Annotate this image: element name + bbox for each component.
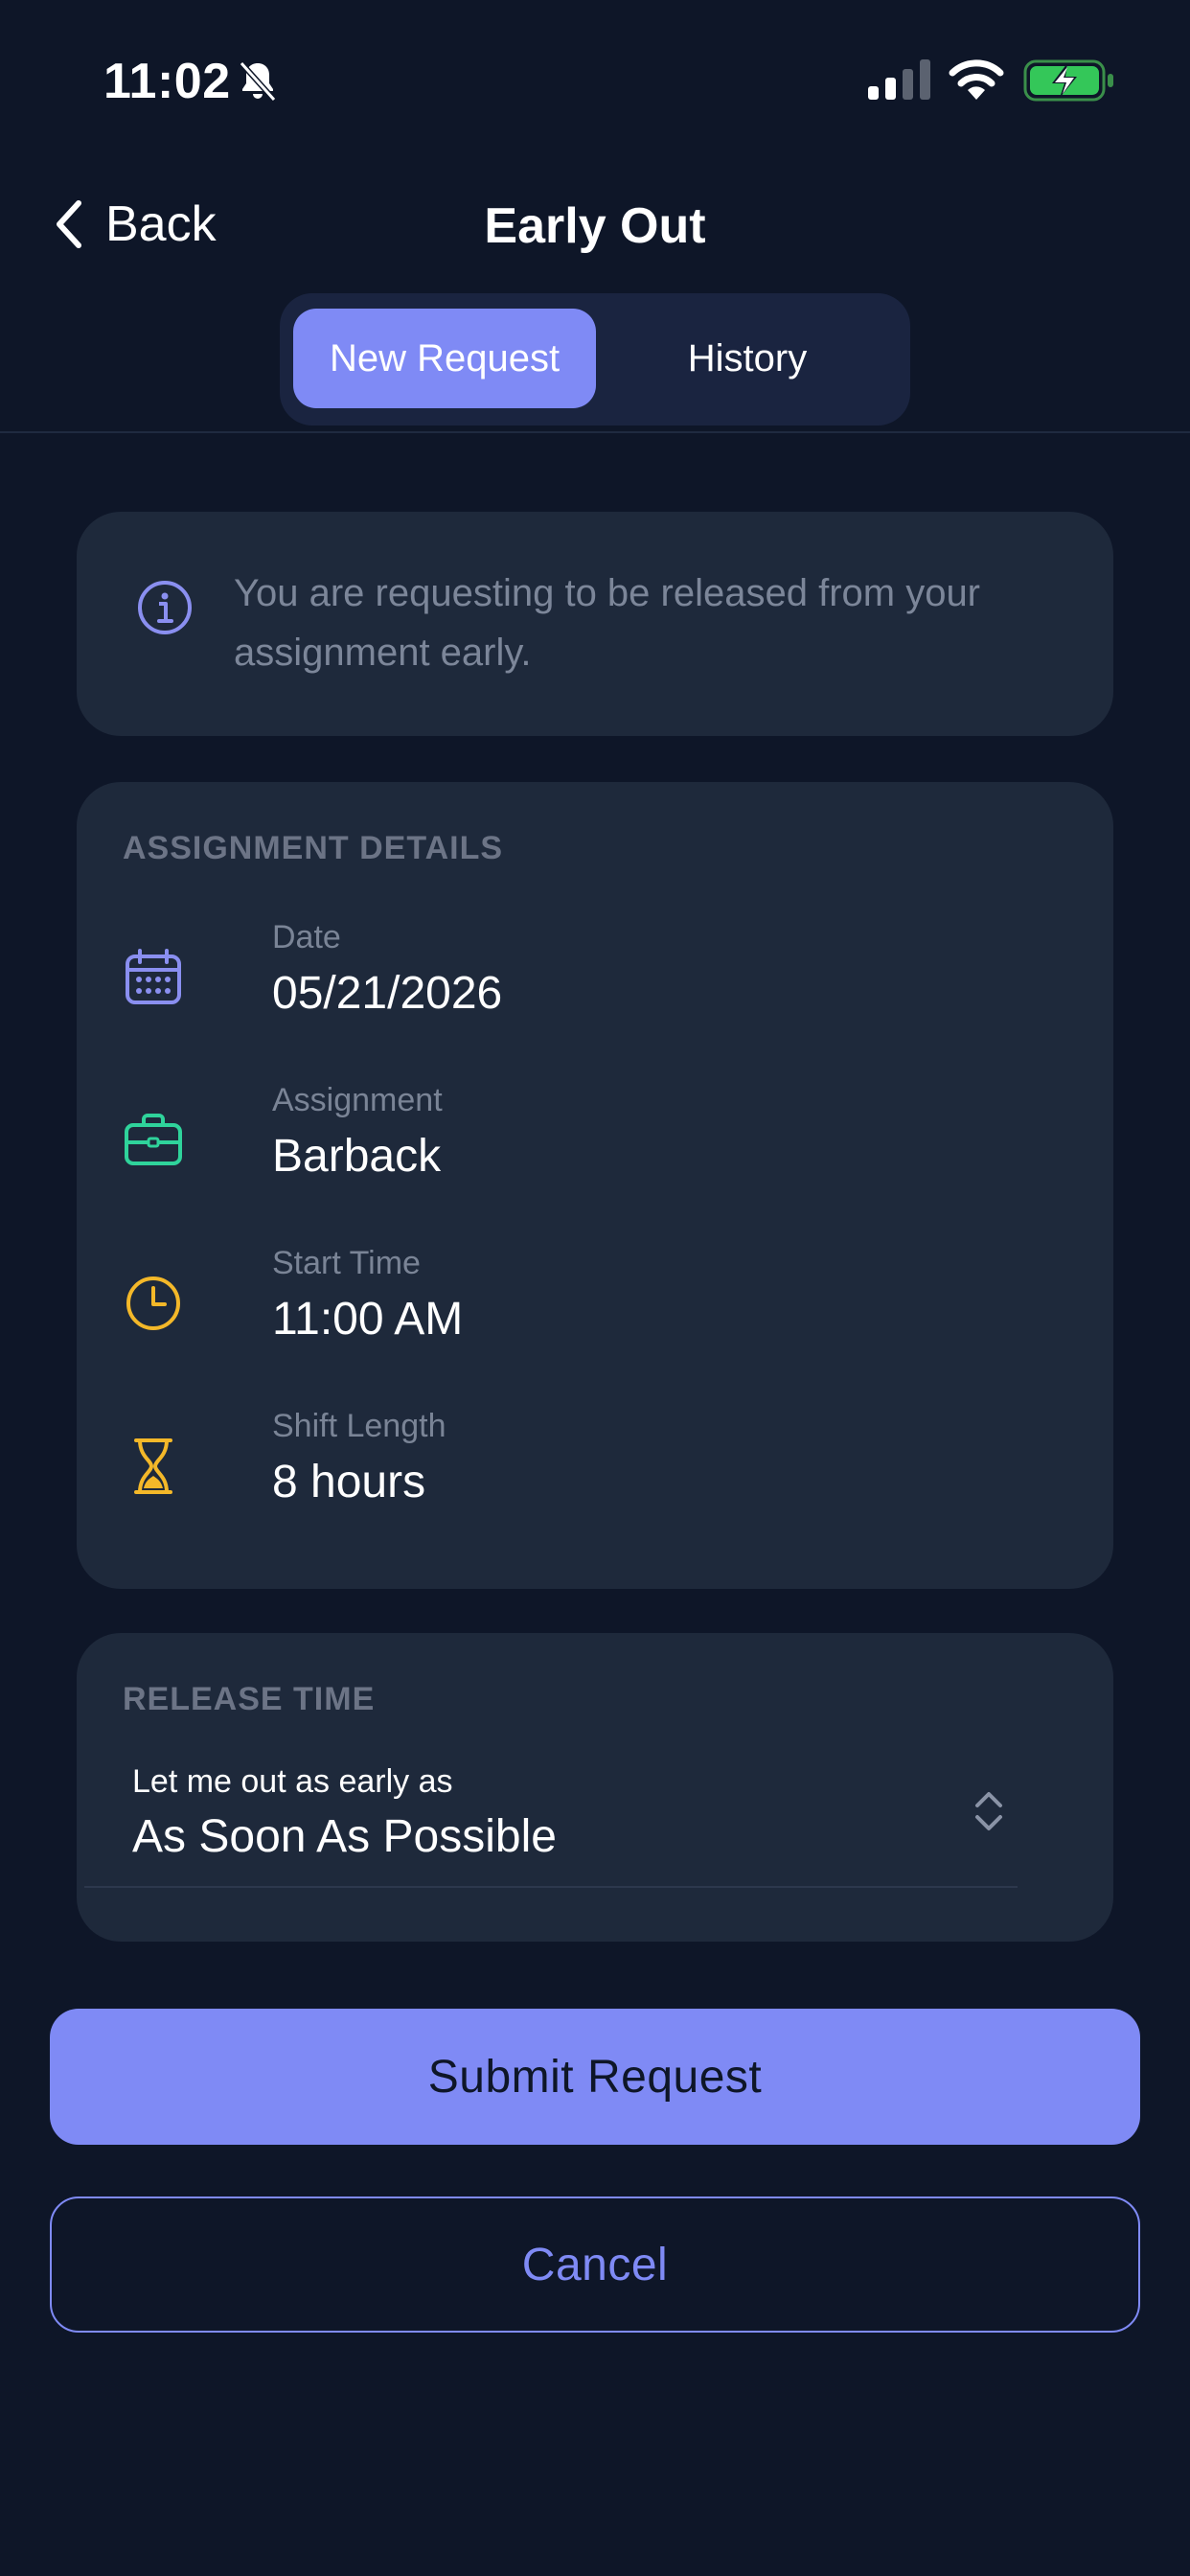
info-card: You are requesting to be released from y…	[77, 512, 1113, 736]
tab-history[interactable]: History	[596, 309, 899, 408]
start-time-value: 11:00 AM	[272, 1294, 464, 1345]
assignment-value: Barback	[272, 1131, 442, 1182]
header-divider	[0, 431, 1190, 433]
submit-request-button[interactable]: Submit Request	[50, 2009, 1140, 2145]
calendar-icon	[126, 949, 181, 1004]
release-time-value: As Soon As Possible	[132, 1811, 557, 1862]
info-text: You are requesting to be released from y…	[234, 572, 981, 674]
tab-new-request[interactable]: New Request	[293, 309, 596, 408]
detail-row-date: Date 05/21/2026	[123, 914, 1081, 1058]
hourglass-icon	[134, 1438, 172, 1494]
wifi-icon	[949, 59, 1004, 100]
shift-length-value: 8 hours	[272, 1457, 426, 1507]
signal-icon	[868, 59, 930, 100]
assignment-details-card: ASSIGNMENT DETAILS Date 05/21/2026 Assig…	[77, 782, 1113, 1589]
detail-row-start-time: Start Time 11:00 AM	[123, 1240, 1081, 1384]
segmented-control: New Request History	[280, 293, 910, 426]
assignment-details-title: ASSIGNMENT DETAILS	[123, 830, 504, 866]
cancel-button[interactable]: Cancel	[50, 2196, 1140, 2333]
briefcase-icon	[125, 1114, 182, 1165]
clock-icon	[126, 1276, 180, 1330]
date-value: 05/21/2026	[272, 968, 503, 1019]
start-time-label: Start Time	[272, 1245, 421, 1281]
page-title: Early Out	[484, 198, 706, 254]
shift-length-label: Shift Length	[272, 1408, 446, 1444]
detail-row-shift-length: Shift Length 8 hours	[123, 1403, 1081, 1547]
info-icon	[138, 581, 192, 634]
release-time-title: RELEASE TIME	[123, 1681, 376, 1717]
release-time-card: RELEASE TIME Let me out as early as As S…	[77, 1633, 1113, 1942]
release-time-label: Let me out as early as	[132, 1763, 453, 1800]
status-time: 11:02	[103, 54, 231, 109]
detail-row-assignment: Assignment Barback	[123, 1077, 1081, 1221]
chevron-up-down-icon	[975, 1792, 1002, 1830]
date-label: Date	[272, 919, 341, 955]
release-select-underline	[84, 1886, 1018, 1888]
battery-charging-icon	[1023, 59, 1113, 102]
assignment-label: Assignment	[272, 1082, 443, 1118]
release-time-select[interactable]: Let me out as early as As Soon As Possib…	[132, 1758, 1014, 1882]
bell-slash-icon	[239, 60, 277, 103]
